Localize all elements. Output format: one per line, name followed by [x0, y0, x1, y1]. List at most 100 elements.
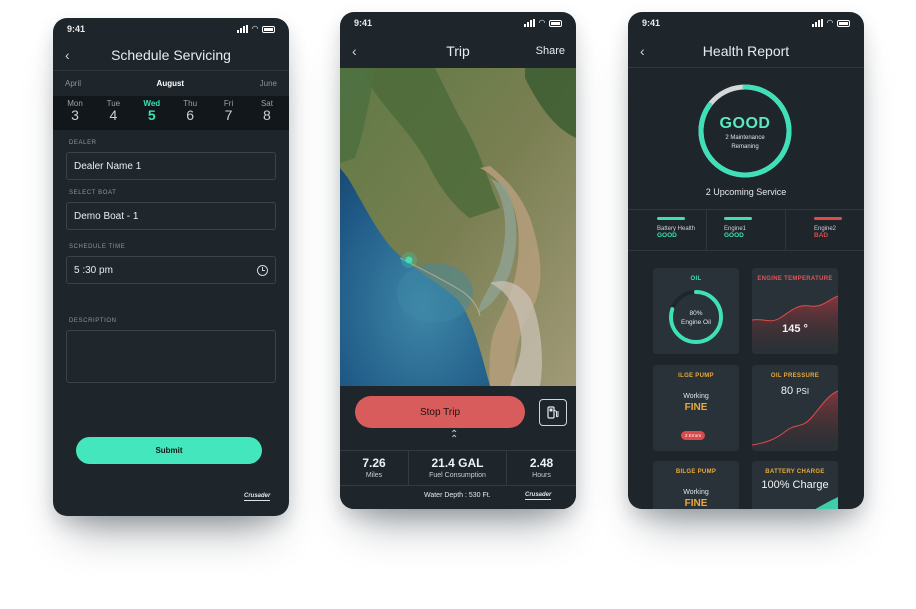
- day-number: 3: [71, 107, 79, 123]
- oil-pressure-card[interactable]: OIL PRESSURE 80 PSI: [752, 365, 838, 451]
- stop-trip-button[interactable]: Stop Trip: [355, 396, 525, 428]
- page-title: Schedule Servicing: [111, 47, 231, 63]
- trip-controls: Stop Trip ⌃ ⌃ 7.26 Miles 21.4 GAL Fuel C…: [340, 386, 576, 509]
- overall-health-gauge: GOOD 2 Maintenance Remaning: [695, 81, 795, 181]
- temperature-chart: [752, 295, 838, 354]
- oil-card[interactable]: OIL 80% Engine Oil: [653, 268, 739, 354]
- clock-icon[interactable]: [257, 264, 268, 276]
- wifi-icon: ◠: [826, 18, 833, 27]
- expand-chevron-icon[interactable]: ⌃ ⌃: [450, 430, 458, 445]
- location-marker-icon: [405, 256, 413, 264]
- day-item[interactable]: Tue 4: [101, 99, 125, 130]
- ilge-pump-card[interactable]: ILGE PUMP Working FINE 2 Errors: [653, 365, 739, 451]
- component-status: GOOD: [657, 232, 677, 239]
- engine1-status[interactable]: Engine1 GOOD: [706, 210, 785, 250]
- pump-state: Working: [683, 489, 709, 496]
- submit-button[interactable]: Submit: [76, 437, 262, 464]
- pump-status: FINE: [684, 498, 708, 509]
- battery-icon: [262, 25, 275, 33]
- battery-health-status[interactable]: Battery Health GOOD: [628, 210, 706, 250]
- oil-percent: 80%: [689, 310, 703, 317]
- error-badge[interactable]: 2 Errors: [681, 431, 706, 440]
- status-bar: 9:41 ◠: [53, 18, 289, 40]
- fuel-pump-button[interactable]: [539, 399, 567, 426]
- status-bar-indicator: [814, 217, 842, 220]
- overall-status: GOOD: [719, 115, 771, 132]
- trip-screen: 9:41 ◠ ‹ Trip Share Stop Trip ⌃ ⌃ 7.26 M…: [340, 12, 576, 509]
- boat-label: SELECT BOAT: [69, 190, 117, 196]
- engine-temp-value: 145 °: [782, 323, 808, 335]
- oil-label: Engine Oil: [681, 319, 711, 326]
- description-field[interactable]: [66, 330, 276, 383]
- satellite-map[interactable]: [340, 68, 576, 386]
- stat-fuel: 21.4 GAL Fuel Consumption: [408, 451, 506, 485]
- upcoming-service: 2 Upcoming Service: [705, 187, 787, 197]
- share-button[interactable]: Share: [536, 45, 565, 57]
- back-button[interactable]: ‹: [65, 47, 70, 63]
- stat-label: Fuel Consumption: [429, 472, 486, 479]
- boat-field[interactable]: Demo Boat - 1: [66, 202, 276, 230]
- month-prev[interactable]: April: [65, 79, 81, 88]
- month-current[interactable]: August: [157, 79, 185, 88]
- stat-label: Hours: [532, 472, 551, 479]
- signal-icon: [811, 19, 823, 27]
- brand-logo: Crusader: [244, 493, 271, 501]
- dealer-value: Dealer Name 1: [74, 160, 142, 172]
- battery-icon: [837, 19, 850, 27]
- month-selector: April August June: [53, 70, 289, 96]
- nav-bar: ‹ Health Report: [628, 34, 864, 68]
- map-image: [340, 68, 576, 386]
- stat-hours: 2.48 Hours: [506, 451, 576, 485]
- stat-label: Miles: [365, 472, 383, 479]
- day-selector: Mon 3 Tue 4 Wed 5 Thu 6 Fri 7 Sat 8: [53, 96, 289, 130]
- nav-bar: ‹ Schedule Servicing: [53, 40, 289, 70]
- day-item[interactable]: Sat 8: [255, 99, 279, 130]
- bilge-pump-card[interactable]: BILGE PUMP Working FINE: [653, 461, 739, 509]
- card-title: ILGE PUMP: [678, 373, 714, 379]
- page-title: Health Report: [702, 42, 790, 59]
- day-number: 7: [224, 107, 233, 123]
- status-bar-indicator: [657, 217, 685, 220]
- stat-value: 21.4 GAL: [431, 456, 484, 470]
- month-next[interactable]: June: [260, 79, 277, 88]
- wifi-icon: ◠: [251, 24, 258, 33]
- pump-state: Working: [683, 393, 709, 400]
- status-time: 9:41: [354, 18, 373, 28]
- status-time: 9:41: [67, 24, 86, 34]
- overall-sub-2: Remaning: [731, 144, 759, 150]
- engine2-status[interactable]: Engine2 BAD: [785, 210, 864, 250]
- fuel-pump-icon: [547, 406, 559, 419]
- engine-temperature-card[interactable]: ENGINE TEMPERATURE 145 °: [752, 268, 838, 354]
- component-status: GOOD: [724, 232, 744, 239]
- oil-gauge: [669, 290, 723, 344]
- card-title: BILGE PUMP: [675, 469, 717, 475]
- status-bar: 9:41 ◠: [628, 12, 864, 34]
- day-item[interactable]: Thu 6: [178, 99, 202, 130]
- battery-icon: [549, 19, 562, 27]
- component-status: BAD: [814, 232, 829, 239]
- day-item[interactable]: Mon 3: [63, 99, 87, 130]
- nav-bar: ‹ Trip Share: [340, 34, 576, 68]
- schedule-time-label: SCHEDULE TIME: [69, 244, 126, 250]
- day-item-selected[interactable]: Wed 5: [140, 99, 164, 130]
- dealer-label: DEALER: [69, 140, 97, 146]
- signal-icon: [236, 25, 248, 33]
- day-number: 5: [147, 107, 156, 123]
- wifi-icon: ◠: [538, 18, 545, 27]
- pump-status: FINE: [684, 402, 708, 413]
- stat-value: 2.48: [529, 456, 554, 470]
- dealer-field[interactable]: Dealer Name 1: [66, 152, 276, 180]
- day-number: 8: [263, 107, 271, 123]
- trip-stats: 7.26 Miles 21.4 GAL Fuel Consumption 2.4…: [340, 450, 576, 486]
- status-bar: 9:41 ◠: [340, 12, 576, 34]
- back-button[interactable]: ‹: [352, 43, 357, 59]
- status-time: 9:41: [642, 18, 661, 28]
- back-button[interactable]: ‹: [640, 43, 645, 59]
- day-item[interactable]: Fri 7: [217, 99, 241, 130]
- schedule-time-value: 5 :30 pm: [74, 264, 113, 276]
- page-title: Trip: [446, 43, 470, 59]
- battery-chart: [815, 497, 838, 509]
- brand-logo: Crusader: [525, 492, 552, 500]
- schedule-time-field[interactable]: 5 :30 pm: [66, 256, 276, 284]
- battery-charge-card[interactable]: BATTERY CHARGE 100% Charge: [752, 461, 838, 509]
